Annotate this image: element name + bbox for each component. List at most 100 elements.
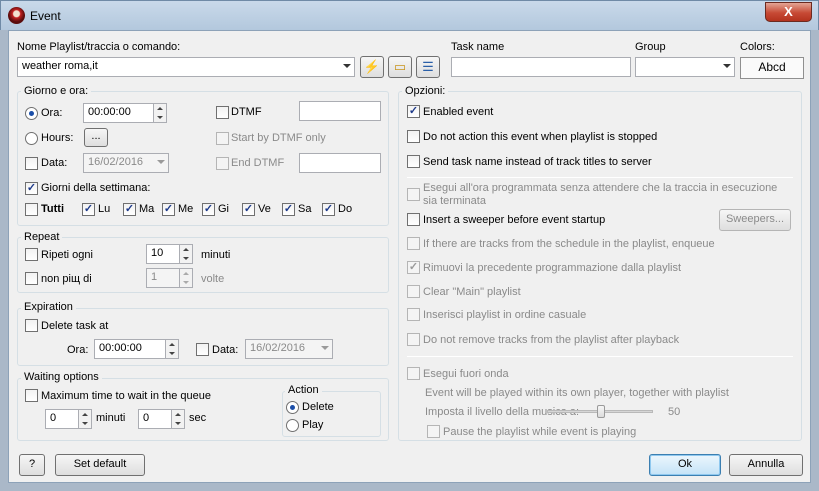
no-action-checkbox[interactable] <box>407 130 420 143</box>
ora-radio[interactable] <box>25 107 38 120</box>
enabled-label: Enabled event <box>423 106 494 118</box>
title-bar: Event X <box>0 0 819 30</box>
ora-input[interactable]: 00:00:00 <box>83 103 155 123</box>
close-button[interactable]: X <box>765 2 812 22</box>
data-date-picker[interactable]: 16/02/2016 <box>83 153 169 173</box>
options-separator <box>407 177 793 178</box>
data-value: 16/02/2016 <box>88 156 144 168</box>
day-checkbox-ma[interactable]: ✓ <box>123 203 136 216</box>
volume-slider-thumb[interactable] <box>597 405 605 418</box>
day-checkbox-me[interactable]: ✓ <box>162 203 175 216</box>
repeat-every-input[interactable]: 10 <box>146 244 180 264</box>
action-play-radio[interactable] <box>286 419 299 432</box>
playlist-combo[interactable]: weather roma,it <box>17 57 355 77</box>
hours-button[interactable]: ... <box>84 128 108 147</box>
options-separator <box>407 356 793 357</box>
action-title: Action <box>285 384 322 396</box>
volume-slider[interactable] <box>547 405 653 418</box>
delete-task-label: Delete task at <box>41 320 109 332</box>
pause-playlist-label: Pause the playlist while event is playin… <box>443 426 637 438</box>
wait-minutes-unit: minuti <box>96 412 126 424</box>
day-label-do: Do <box>338 203 353 215</box>
sweeper-checkbox[interactable] <box>407 213 420 226</box>
wait-minutes-input[interactable]: 0 <box>45 409 79 429</box>
wait-seconds-spinner[interactable] <box>171 409 185 429</box>
chevron-down-icon[interactable] <box>343 64 351 68</box>
hours-label: Hours: <box>41 132 74 144</box>
ora-spinner[interactable] <box>153 103 167 123</box>
repeat-every-checkbox[interactable] <box>25 248 38 261</box>
send-task-checkbox[interactable] <box>407 155 420 168</box>
not-more-spinner[interactable] <box>179 268 193 288</box>
repeat-every-label: Ripeti ogni <box>41 249 93 261</box>
start-dtmf-checkbox[interactable] <box>216 132 229 145</box>
expiration-ora-spinner[interactable] <box>165 339 179 359</box>
action-delete-radio[interactable] <box>286 401 299 414</box>
set-default-button[interactable]: Set default <box>55 454 145 476</box>
volume-value: 50 <box>668 406 681 418</box>
group-combo[interactable] <box>635 57 735 77</box>
day-checkbox-sa[interactable]: ✓ <box>282 203 295 216</box>
day-checkbox-ve[interactable]: ✓ <box>242 203 255 216</box>
dtmf-checkbox[interactable] <box>216 106 229 119</box>
help-button[interactable]: ? <box>19 454 45 476</box>
enabled-checkbox[interactable]: ✓ <box>407 105 420 118</box>
clear-main-checkbox[interactable] <box>407 285 420 298</box>
weekdays-checkbox[interactable]: ✓ <box>25 182 38 195</box>
no-remove-checkbox[interactable] <box>407 333 420 346</box>
day-checkbox-lu[interactable]: ✓ <box>82 203 95 216</box>
wait-minutes-spinner[interactable] <box>78 409 92 429</box>
schedule-title: Giorno e ora: <box>21 85 92 97</box>
expiration-ora-label: Ora: <box>67 344 89 356</box>
enqueue-checkbox[interactable] <box>407 237 420 250</box>
day-checkbox-do[interactable]: ✓ <box>322 203 335 216</box>
max-wait-checkbox[interactable] <box>25 389 38 402</box>
rimuovi-checkbox[interactable]: ✓ <box>407 261 420 274</box>
no-action-label: Do not action this event when playlist i… <box>423 131 658 143</box>
group-label: Group <box>635 41 666 53</box>
colors-button[interactable]: Abcd <box>740 57 804 79</box>
end-dtmf-checkbox[interactable] <box>216 157 229 170</box>
expiration-ora-input[interactable]: 00:00:00 <box>94 339 166 359</box>
casuale-label: Inserisci playlist in ordine casuale <box>423 309 587 321</box>
data-checkbox[interactable] <box>25 157 38 170</box>
folder-icon[interactable]: ▭ <box>388 56 412 78</box>
cancel-button[interactable]: Annulla <box>729 454 803 476</box>
day-checkbox-gi[interactable]: ✓ <box>202 203 215 216</box>
end-dtmf-label: End DTMF <box>231 157 285 169</box>
dialog-body: Nome Playlist/traccia o comando: weather… <box>8 30 811 483</box>
lightning-icon[interactable]: ⚡ <box>360 56 384 78</box>
delete-task-checkbox[interactable] <box>25 319 38 332</box>
dtmf-input[interactable] <box>299 101 381 121</box>
task-name-input[interactable] <box>451 57 631 77</box>
repeat-every-spinner[interactable] <box>179 244 193 264</box>
expiration-date-picker[interactable]: 16/02/2016 <box>245 339 333 359</box>
ok-button[interactable]: Ok <box>649 454 721 476</box>
tutti-label: Tutti <box>41 203 65 215</box>
sweeper-label: Insert a sweeper before event startup <box>423 214 606 226</box>
chevron-down-icon[interactable] <box>723 64 731 68</box>
action-delete-label: Delete <box>302 401 334 413</box>
casuale-checkbox[interactable] <box>407 308 420 321</box>
max-wait-label: Maximum time to wait in the queue <box>41 390 211 402</box>
end-dtmf-input[interactable] <box>299 153 381 173</box>
tutti-checkbox[interactable] <box>25 203 38 216</box>
chevron-down-icon[interactable] <box>321 346 329 350</box>
hours-radio[interactable] <box>25 132 38 145</box>
expiration-data-checkbox[interactable] <box>196 343 209 356</box>
list-icon[interactable]: ☰ <box>416 56 440 78</box>
sweepers-button[interactable]: Sweepers... <box>719 209 791 231</box>
expiration-title: Expiration <box>21 301 76 313</box>
fuori-onda-checkbox[interactable] <box>407 367 420 380</box>
expiration-group <box>17 308 389 366</box>
wait-seconds-input[interactable]: 0 <box>138 409 172 429</box>
waiting-title: Waiting options <box>21 371 102 383</box>
weekdays-label: Giorni della settimana: <box>41 182 151 194</box>
chevron-down-icon[interactable] <box>157 160 165 164</box>
esegui-ora-checkbox[interactable] <box>407 188 420 201</box>
not-more-input[interactable]: 1 <box>146 268 180 288</box>
no-remove-label: Do not remove tracks from the playlist a… <box>423 334 680 346</box>
pause-playlist-checkbox[interactable] <box>427 425 440 438</box>
not-more-checkbox[interactable] <box>25 272 38 285</box>
dtmf-label: DTMF <box>231 106 262 118</box>
